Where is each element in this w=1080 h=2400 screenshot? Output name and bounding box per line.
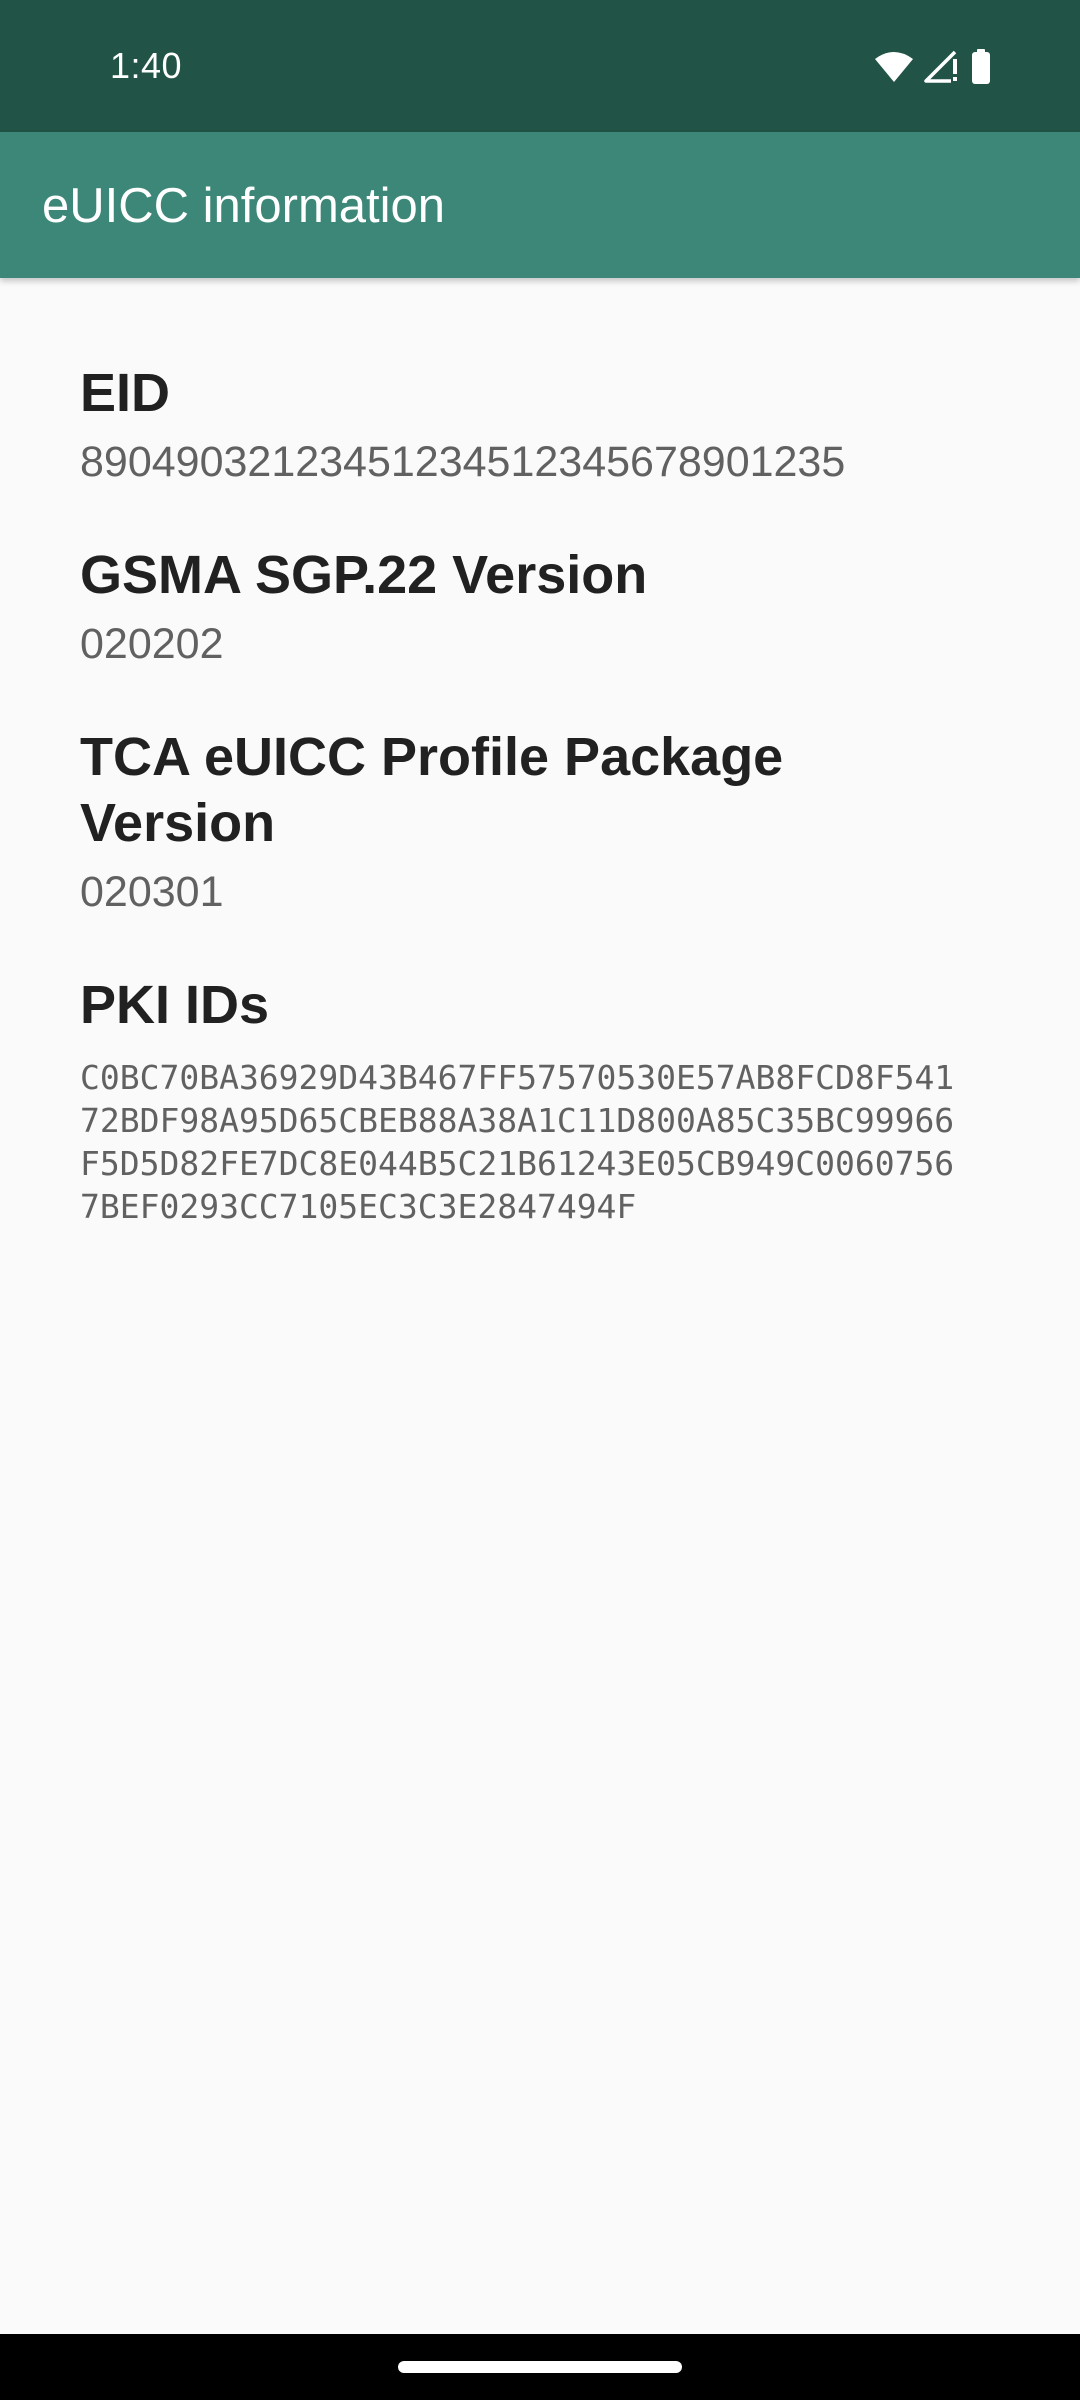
- app-bar: eUICC information: [0, 132, 1080, 278]
- pki-ids-label: PKI IDs: [80, 975, 270, 1035]
- status-time: 1:40: [110, 45, 183, 86]
- eid-section: EID 89049032123451234512345678901235: [80, 360, 980, 490]
- pki-ids-value: C0BC70BA36929D43B467FF57570530E57AB8FCD8…: [80, 1058, 955, 1226]
- pki-ids-section: PKI IDs C0BC70BA36929D43B467FF57570530E5…: [80, 972, 980, 1228]
- euicc-info-list: EID 89049032123451234512345678901235 GSM…: [80, 360, 980, 1280]
- status-bar: 1:40: [0, 0, 1080, 132]
- sgp22-version-label: GSMA SGP.22 Version: [80, 545, 648, 605]
- eid-label: EID: [80, 363, 171, 423]
- eid-value: 89049032123451234512345678901235: [80, 438, 846, 486]
- battery-icon: [970, 49, 992, 85]
- signal-icon: [924, 50, 960, 84]
- navigation-bar: [0, 2334, 1080, 2400]
- sgp22-version-section: GSMA SGP.22 Version 020202: [80, 542, 980, 672]
- wifi-icon: [874, 51, 914, 83]
- home-gesture-handle[interactable]: [398, 2361, 682, 2373]
- status-icons: [874, 48, 992, 86]
- tca-profile-version-section: TCA eUICC Profile Package Version 020301: [80, 724, 980, 920]
- tca-profile-version-value: 020301: [80, 868, 224, 916]
- sgp22-version-value: 020202: [80, 620, 224, 668]
- tca-profile-version-label: TCA eUICC Profile Package Version: [80, 727, 784, 853]
- page-title: eUICC information: [42, 179, 446, 233]
